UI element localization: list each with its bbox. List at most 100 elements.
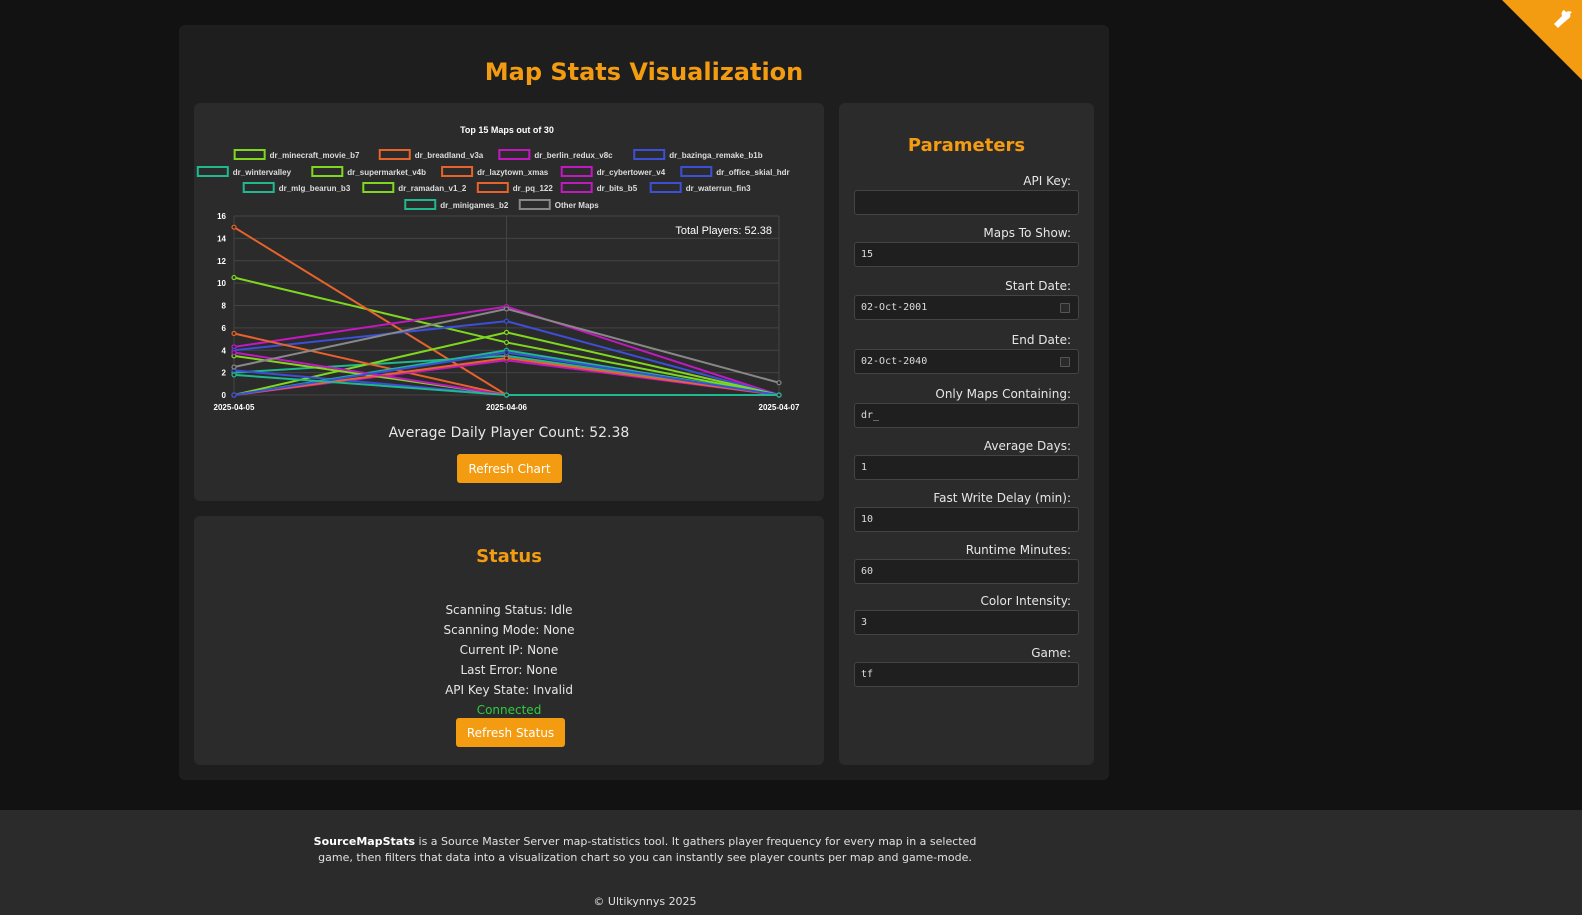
color-intensity-input[interactable]: 3 [854,610,1079,635]
legend-swatch [680,166,713,177]
refresh-chart-button[interactable]: Refresh Chart [457,454,562,483]
legend-swatch [560,182,593,193]
legend-label: dr_office_skial_hdr [716,168,789,177]
main-container: Map Stats Visualization Top 15 Maps out … [179,25,1109,780]
y-tick-label: 14 [217,234,226,243]
data-point [231,274,237,281]
legend-label: dr_breadland_v3a [415,151,484,160]
end-date-input[interactable]: 02-Oct-2040 [854,349,1079,374]
data-point [503,339,510,346]
legend-label: dr_cybertower_v4 [597,168,666,177]
data-point [503,355,510,361]
x-tick-label: 2025-04-05 [214,403,255,412]
param-api-key: API Key: [854,173,1079,215]
legend-swatch [476,182,509,193]
runtime-minutes-input[interactable]: 60 [854,559,1079,584]
average-daily-player-count: Average Daily Player Count: 52.38 [388,425,630,441]
footer-description: SourceMapStats is a Source Master Server… [300,834,990,866]
legend-swatch [404,199,437,210]
param-game: Game: tf [854,645,1079,687]
legend-swatch [196,166,229,177]
api-key-input[interactable] [854,190,1079,215]
legend-swatch [378,149,411,160]
data-point [776,392,782,398]
y-tick-label: 6 [222,324,227,333]
game-input[interactable]: tf [854,662,1079,687]
param-runtime-minutes: Runtime Minutes: 60 [854,542,1079,584]
data-point [231,349,237,356]
param-label: Game: [1031,646,1071,660]
legend-swatch [560,166,593,177]
last-error: Last Error: None [460,663,558,677]
footer-brand: SourceMapStats [313,835,416,848]
legend-label: dr_bits_b5 [597,184,638,193]
y-tick-label: 8 [222,302,227,311]
scanning-mode: Scanning Mode: None [443,623,575,637]
param-label: Runtime Minutes: [965,543,1071,557]
y-tick-label: 4 [222,346,227,355]
param-fast-write-delay: Fast Write Delay (min): 10 [854,490,1079,532]
maps-to-show-input[interactable]: 15 [854,242,1079,267]
parameters-title: Parameters [907,135,1026,156]
legend-label: dr_pq_122 [513,184,554,193]
data-point [776,380,782,386]
param-label: Start Date: [1005,279,1071,293]
param-average-days: Average Days: 1 [854,438,1079,480]
start-date-input[interactable]: 02-Oct-2001 [854,295,1079,320]
legend-label: dr_berlin_redux_v8c [534,151,613,160]
fast-write-delay-input[interactable]: 10 [854,507,1079,532]
y-tick-label: 10 [217,279,226,288]
legend-label: dr_minigames_b2 [440,201,509,210]
data-point [503,306,510,312]
data-point [503,318,510,324]
footer-description-text: is a Source Master Server map-statistics… [318,835,977,864]
scanning-status: Scanning Status: Idle [445,603,573,617]
chart-title: Top 15 Maps out of 30 [460,125,554,135]
data-point [231,330,237,337]
legend-swatch [649,182,682,193]
legend-label: Other Maps [555,201,600,210]
legend-swatch [233,149,266,160]
x-tick-label: 2025-04-07 [759,403,800,412]
only-maps-containing-input[interactable]: dr_ [854,403,1079,428]
legend-swatch [362,182,395,193]
x-tick-label: 2025-04-06 [486,403,527,412]
legend-swatch [518,199,551,210]
data-point [231,392,237,398]
param-label: End Date: [1011,333,1071,347]
parameters-panel: Parameters API Key: Maps To Show: 15 Sta… [839,103,1094,765]
end-date-value: 02-Oct-2040 [861,356,928,367]
y-tick-label: 12 [217,257,226,266]
chart-panel: Top 15 Maps out of 30 dr_minecraft_movie_… [194,103,824,501]
refresh-status-button[interactable]: Refresh Status [456,718,565,747]
status-lines: Scanning Status: Idle Scanning Mode: Non… [194,600,824,720]
api-key-state: API Key State: Invalid [445,683,573,697]
y-tick-label: 16 [217,212,226,221]
current-ip: Current IP: None [459,643,559,657]
calendar-icon[interactable] [1060,303,1070,313]
y-tick-label: 2 [222,369,227,378]
param-end-date: End Date: 02-Oct-2040 [854,332,1079,374]
github-octocat-icon[interactable] [1550,6,1576,32]
param-label: Maps To Show: [983,226,1071,240]
legend-label: dr_bazinga_remake_b1b [669,151,762,160]
param-only-maps-containing: Only Maps Containing: dr_ [854,386,1079,428]
legend-label: dr_supermarket_v4b [347,168,426,177]
data-point [231,372,237,378]
legend-label: dr_wintervalley [233,168,292,177]
param-label: API Key: [1023,174,1071,188]
data-point [231,224,237,230]
legend-label: dr_waterrun_fin3 [686,184,751,193]
data-point [231,364,237,370]
connection-status: Connected [476,703,542,717]
average-days-input[interactable]: 1 [854,455,1079,480]
legend-swatch [242,182,275,193]
param-label: Only Maps Containing: [935,387,1071,401]
param-color-intensity: Color Intensity: 3 [854,593,1079,635]
calendar-icon[interactable] [1060,357,1070,367]
param-label: Fast Write Delay (min): [933,491,1071,505]
footer-copyright: © Ultikynnys 2025 [593,895,697,908]
y-tick-label: 0 [222,391,227,400]
player-count-chart: Top 15 Maps out of 30 dr_minecraft_movie_… [196,125,800,412]
legend-label: dr_lazytown_xmas [477,168,549,177]
